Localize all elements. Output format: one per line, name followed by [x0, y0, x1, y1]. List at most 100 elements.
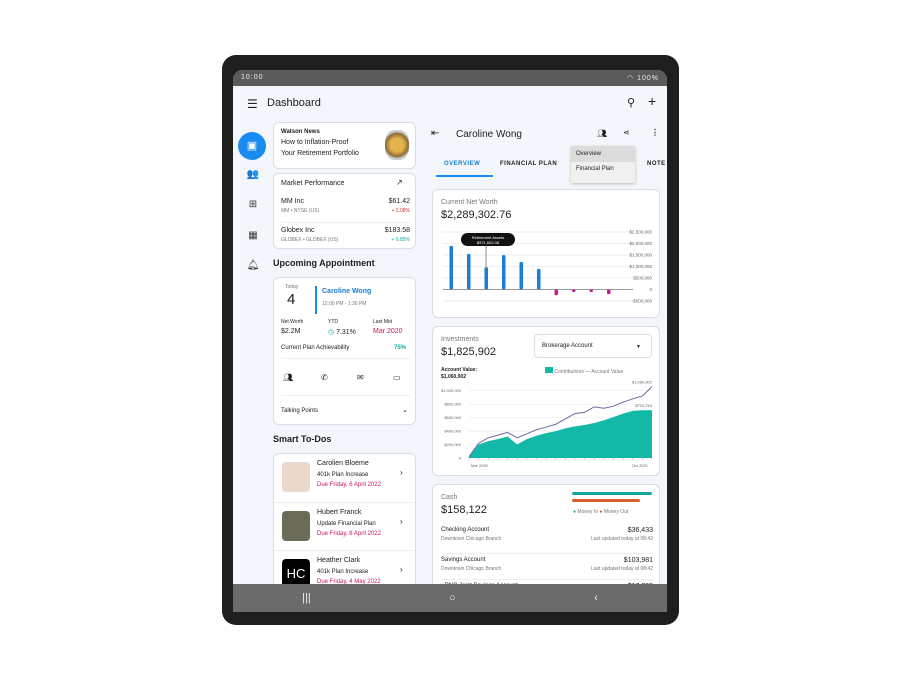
stock-name: MM Inc [281, 198, 304, 205]
day-number: 4 [287, 291, 296, 308]
cash-account-row[interactable]: Checking Account $36,433 Downtown Chicago… [441, 527, 653, 542]
account-amount: $36,433 [627, 527, 653, 534]
market-title: Market Performance [281, 180, 345, 187]
todo-name: Hubert Franck [317, 509, 362, 516]
client-name: Caroline Wong [456, 129, 522, 140]
talking-points-toggle[interactable]: Talking Points [281, 408, 318, 414]
tab-financial-plan[interactable]: FINANCIAL PLAN [500, 161, 557, 167]
appointment-card[interactable]: Today 4 Caroline Wong 12:00 PM - 1:30 PM… [273, 277, 416, 425]
battery-level: 100% [637, 75, 659, 82]
bar [589, 289, 593, 292]
system-nav-bar: ||| ○ ‹ [233, 584, 667, 612]
status-time: 10:00 [241, 74, 264, 81]
stock-row[interactable]: MM Inc $61.42 MM • NYSE (US) + 2.08% [281, 198, 410, 214]
todo-item[interactable]: Hubert Franck Update Financial Plan Due … [274, 502, 415, 550]
account-updated: Last updated today at 08:42 [591, 566, 653, 572]
cash-card: Cash $158,122 ● Money In ● Money Out Che… [432, 484, 660, 594]
bar [572, 289, 576, 292]
appointment-client[interactable]: Caroline Wong [322, 288, 371, 295]
menu-item-financial-plan[interactable]: Financial Plan [571, 162, 635, 176]
menu-icon[interactable]: ☰ [247, 97, 258, 111]
news-thumbnail [385, 130, 409, 160]
y-tick-label: $200,000 [444, 442, 461, 447]
bar [502, 255, 506, 290]
y-tick-label: $1,500,000 [629, 253, 652, 258]
account-name: Savings Account [441, 557, 486, 563]
todo-due: Due Friday, 8 April 2022 [317, 531, 381, 537]
avatar [282, 511, 310, 541]
bar [467, 253, 471, 290]
market-trend-icon[interactable]: ↗ [396, 178, 403, 187]
news-headline-line2: Your Retirement Portfolio [281, 150, 359, 157]
achievability-value: 75% [394, 345, 407, 351]
day-label: Today [285, 284, 299, 290]
group-icon[interactable]: 👥︎ [597, 129, 607, 138]
email-icon[interactable]: ✉ [357, 373, 364, 382]
recent-apps-icon[interactable]: ||| [302, 592, 311, 604]
message-icon[interactable]: ▭ [393, 373, 401, 382]
bar [519, 261, 523, 290]
y-tick-label: -$500,000 [632, 299, 653, 304]
bar [554, 289, 558, 296]
share-icon[interactable]: ⋖ [623, 128, 630, 137]
todo-task: Update Financial Plan [317, 521, 376, 527]
back-icon[interactable]: ‹ [594, 592, 598, 604]
y-tick-label: $600,000 [444, 415, 461, 420]
net-worth-card: Current Net Worth $2,289,302.76 $2,500,0… [432, 189, 660, 318]
y-tick-label: $2,500,000 [629, 230, 652, 235]
y-tick-label: $1,000,000 [629, 264, 652, 269]
stock-exchange: GLOBEX • GLOBEX (US) [281, 237, 339, 243]
home-icon[interactable]: ○ [449, 592, 456, 604]
stock-change: + 0.85% [391, 237, 411, 243]
ytd-label: YTD [328, 319, 338, 325]
meeting-icon[interactable]: 👥︎ [283, 373, 293, 382]
notifications-icon[interactable]: 🔔︎ [245, 260, 261, 271]
chevron-right-icon: › [400, 468, 403, 477]
calendar-icon[interactable]: ▦ [245, 230, 261, 241]
divider [281, 358, 410, 359]
account-branch: Downtown Chicago Branch [441, 536, 502, 542]
divider [281, 395, 410, 396]
money-out-bar [572, 499, 640, 502]
bar [607, 289, 611, 295]
y-tick-label: $1,000,000 [441, 388, 462, 393]
add-note-icon[interactable]: ⊞ [245, 199, 261, 210]
tab-overview[interactable]: OVERVIEW [444, 161, 480, 167]
smart-todos-heading: Smart To-Dos [273, 434, 332, 444]
phone-icon[interactable]: ✆ [321, 373, 328, 382]
y-tick-label: $800,000 [444, 402, 461, 407]
todos-card: Carolien Bloeme 401k Plan Increase Due F… [273, 453, 416, 593]
todo-task: 401k Plan Increase [317, 569, 369, 575]
news-card[interactable]: Watson News How to Inflation-Proof Your … [273, 122, 416, 169]
bar [449, 245, 453, 290]
menu-item-overview[interactable]: Overview [571, 146, 635, 162]
todo-name: Carolien Bloeme [317, 460, 369, 467]
todo-item[interactable]: Carolien Bloeme 401k Plan Increase Due F… [274, 454, 415, 502]
clients-icon[interactable]: 👥 [245, 169, 261, 180]
chevron-down-icon[interactable]: ⌄ [402, 406, 408, 414]
chevron-right-icon: › [400, 517, 403, 526]
account-name: Checking Account [441, 527, 490, 533]
tab-notes[interactable]: NOTE [647, 161, 666, 167]
stock-row[interactable]: Globex Inc $183.58 GLOBEX • GLOBEX (US) + … [281, 222, 410, 243]
x-tick-label: Oct 2021 [632, 463, 649, 468]
last-met-value: Mar 2020 [373, 328, 403, 335]
rail-dashboard-button[interactable]: ▣ [238, 132, 266, 160]
end-value-label: $1,060,902 [632, 380, 653, 385]
bar [537, 268, 541, 290]
active-tab-indicator [436, 175, 493, 177]
search-icon[interactable]: ⚲ [627, 96, 635, 109]
x-tick-label: Mar 2020 [471, 463, 489, 468]
collapse-pane-icon[interactable]: ⇤ [431, 128, 439, 139]
divider [315, 286, 317, 314]
last-met-label: Last Met [373, 319, 393, 325]
status-bar: 10:00 ◠ 100% [233, 70, 667, 86]
y-tick-label: 0 [649, 287, 652, 292]
cash-account-row[interactable]: Savings Account $103,981 Downtown Chicago… [441, 553, 653, 572]
stock-name: Globex Inc [281, 227, 315, 234]
stock-exchange: MM • NYSE (US) [281, 208, 320, 214]
ytd-value: 7.31% [336, 329, 356, 336]
more-icon[interactable]: ⋮ [651, 128, 659, 137]
y-tick-label: $500,000 [633, 276, 652, 281]
add-icon[interactable]: + [648, 93, 656, 109]
